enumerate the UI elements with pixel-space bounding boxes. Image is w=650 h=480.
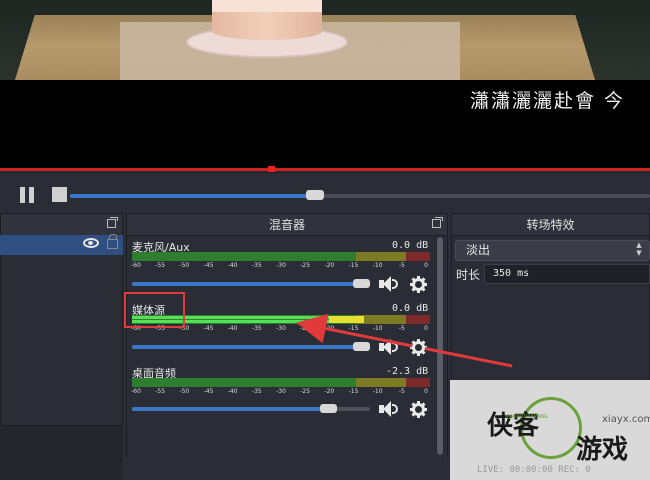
obs-window: 瀟瀟灑灑赴會 今 混音器 麦克风/Aux 0.0 dB -60 -55 -50 -45…	[0, 0, 650, 480]
annotation-arrow	[296, 313, 513, 368]
